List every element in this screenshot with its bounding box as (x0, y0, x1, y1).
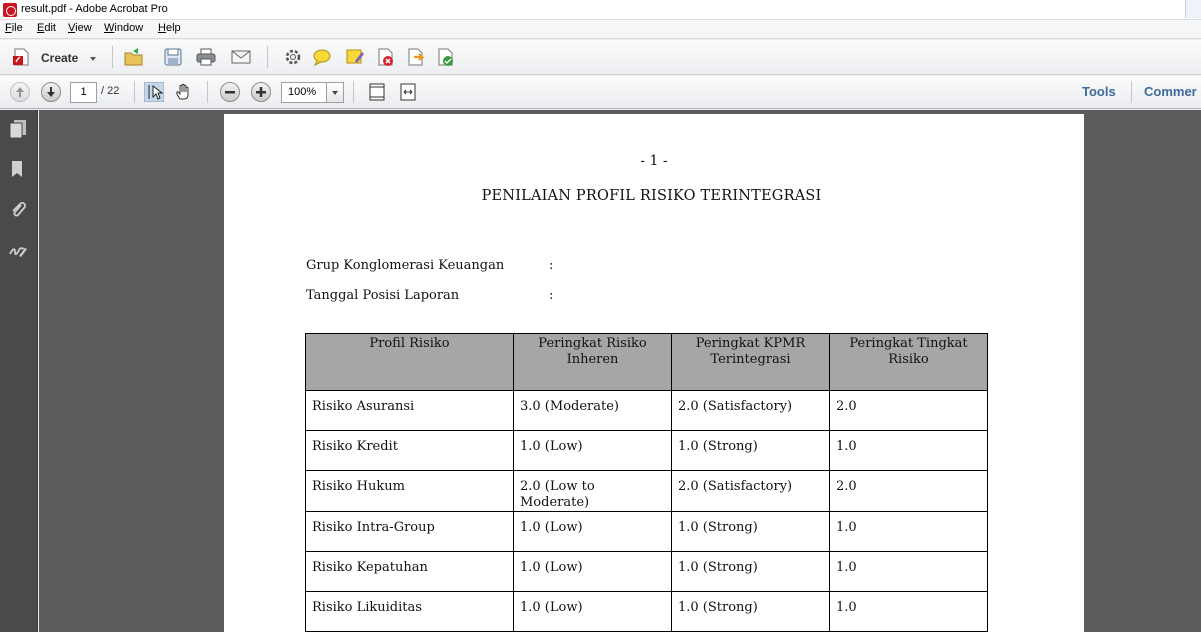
table-row: Risiko Likuiditas 1.0 (Low) 1.0 (Strong)… (305, 591, 988, 632)
field-colon: : (549, 258, 554, 273)
settings-icon[interactable] (283, 47, 303, 67)
zoom-out-icon[interactable] (220, 82, 240, 102)
table-cell: 1.0 (829, 591, 988, 632)
table-cell: Risiko Likuiditas (305, 591, 514, 632)
table-cell: 3.0 (Moderate) (513, 390, 672, 431)
chevron-down-icon[interactable] (326, 83, 343, 102)
table-header-cell: Peringkat Tingkat Risiko (829, 333, 988, 391)
sticky-note-icon[interactable] (345, 47, 365, 67)
table-row: Risiko Hukum 2.0 (Low to Moderate) 2.0 (… (305, 470, 988, 512)
table-cell: 2.0 (829, 470, 988, 512)
toolbar-divider (134, 81, 135, 103)
tools-tab[interactable]: Tools (1082, 84, 1116, 99)
table-cell: 2.0 (Satisfactory) (671, 470, 830, 512)
table-cell: 1.0 (Low) (513, 511, 672, 552)
create-pdf-icon (13, 48, 29, 66)
attachments-icon[interactable] (9, 200, 27, 220)
table-cell: Risiko Hukum (305, 470, 514, 512)
table-cell: 2.0 (Satisfactory) (671, 390, 830, 431)
pdf-page: - 1 - PENILAIAN PROFIL RISIKO TERINTEGRA… (224, 114, 1084, 632)
table-cell: 1.0 (Strong) (671, 511, 830, 552)
table-row: Risiko Kredit 1.0 (Low) 1.0 (Strong) 1.0 (305, 430, 988, 471)
navigation-pane (0, 110, 38, 632)
toolbar-divider (1131, 81, 1132, 103)
export-icon[interactable] (435, 47, 455, 67)
bookmarks-icon[interactable] (9, 159, 27, 179)
table-row: Risiko Kepatuhan 1.0 (Low) 1.0 (Strong) … (305, 551, 988, 592)
risk-profile-table: Profil Risiko Peringkat Risiko Inheren P… (305, 333, 988, 632)
zoom-level-value: 100% (288, 86, 317, 98)
page-up-icon[interactable] (10, 82, 30, 102)
create-button[interactable]: Create (8, 47, 98, 69)
menu-bar: File Edit View Window Help (0, 20, 1201, 39)
chevron-down-icon (90, 57, 96, 61)
menu-window[interactable]: Window (104, 22, 143, 34)
table-header-cell: Profil Risiko (305, 333, 514, 391)
table-cell: 1.0 (829, 551, 988, 592)
table-cell: 1.0 (829, 511, 988, 552)
print-icon[interactable] (196, 47, 216, 67)
toolbar-divider (112, 46, 113, 68)
page-number-text: - 1 - (640, 153, 668, 169)
toolbar-divider (353, 81, 354, 103)
signatures-icon[interactable] (9, 240, 27, 260)
document-title: PENILAIAN PROFIL RISIKO TERINTEGRASI (481, 188, 822, 204)
table-row: Risiko Asuransi 3.0 (Moderate) 2.0 (Sati… (305, 390, 988, 431)
field-colon: : (549, 288, 554, 303)
table-cell: 1.0 (829, 430, 988, 471)
zoom-level-select[interactable]: 100% (281, 82, 344, 103)
table-cell: Risiko Intra-Group (305, 511, 514, 552)
menu-help[interactable]: Help (158, 22, 181, 34)
navigation-toolbar: 1 / 22 100% Tools Commer (0, 76, 1201, 109)
menu-file[interactable]: File (5, 22, 23, 34)
current-page-input[interactable]: 1 (70, 82, 97, 103)
open-icon[interactable] (124, 47, 144, 67)
select-icon[interactable] (144, 82, 164, 102)
total-pages-label: / 22 (101, 85, 120, 97)
table-cell: Risiko Kepatuhan (305, 551, 514, 592)
fit-width-icon[interactable] (398, 82, 418, 102)
pages-icon[interactable] (9, 119, 27, 139)
table-row: Risiko Intra-Group 1.0 (Low) 1.0 (Strong… (305, 511, 988, 552)
acrobat-app-icon (3, 3, 17, 17)
comment-icon[interactable] (312, 47, 332, 67)
document-viewport[interactable]: - 1 - PENILAIAN PROFIL RISIKO TERINTEGRA… (39, 110, 1201, 632)
table-cell: 1.0 (Strong) (671, 551, 830, 592)
window-control-button[interactable] (1185, 0, 1201, 18)
table-cell: 2.0 (829, 390, 988, 431)
table-cell: 1.0 (Strong) (671, 430, 830, 471)
email-icon[interactable] (231, 47, 251, 67)
table-header-cell: Peringkat KPMR Terintegrasi (671, 333, 830, 391)
toolbar-divider (267, 46, 268, 68)
window-title: result.pdf - Adobe Acrobat Pro (21, 3, 168, 15)
table-header-cell: Peringkat Risiko Inheren (513, 333, 672, 391)
table-cell: 2.0 (Low to Moderate) (513, 470, 672, 512)
save-icon[interactable] (163, 47, 183, 67)
field-label-grup: Grup Konglomerasi Keuangan (306, 258, 505, 273)
table-cell: 1.0 (Strong) (671, 591, 830, 632)
field-label-tanggal: Tanggal Posisi Laporan (306, 288, 460, 303)
menu-edit[interactable]: Edit (37, 22, 56, 34)
comment-tab[interactable]: Commer (1144, 84, 1197, 99)
window-title-bar: result.pdf - Adobe Acrobat Pro (0, 0, 1201, 20)
zoom-in-icon[interactable] (251, 82, 271, 102)
create-label: Create (41, 51, 79, 65)
sign-icon[interactable] (375, 47, 395, 67)
toolbar-divider (207, 81, 208, 103)
share-icon[interactable] (405, 47, 425, 67)
table-cell: 1.0 (Low) (513, 430, 672, 471)
hand-icon[interactable] (174, 82, 194, 102)
table-cell: 1.0 (Low) (513, 551, 672, 592)
table-cell: Risiko Kredit (305, 430, 514, 471)
fit-page-icon[interactable] (367, 82, 387, 102)
table-cell: 1.0 (Low) (513, 591, 672, 632)
table-cell: Risiko Asuransi (305, 390, 514, 431)
page-down-icon[interactable] (41, 82, 61, 102)
menu-view[interactable]: View (68, 22, 92, 34)
main-toolbar: Create (0, 40, 1201, 75)
table-header-row: Profil Risiko Peringkat Risiko Inheren P… (305, 333, 988, 391)
